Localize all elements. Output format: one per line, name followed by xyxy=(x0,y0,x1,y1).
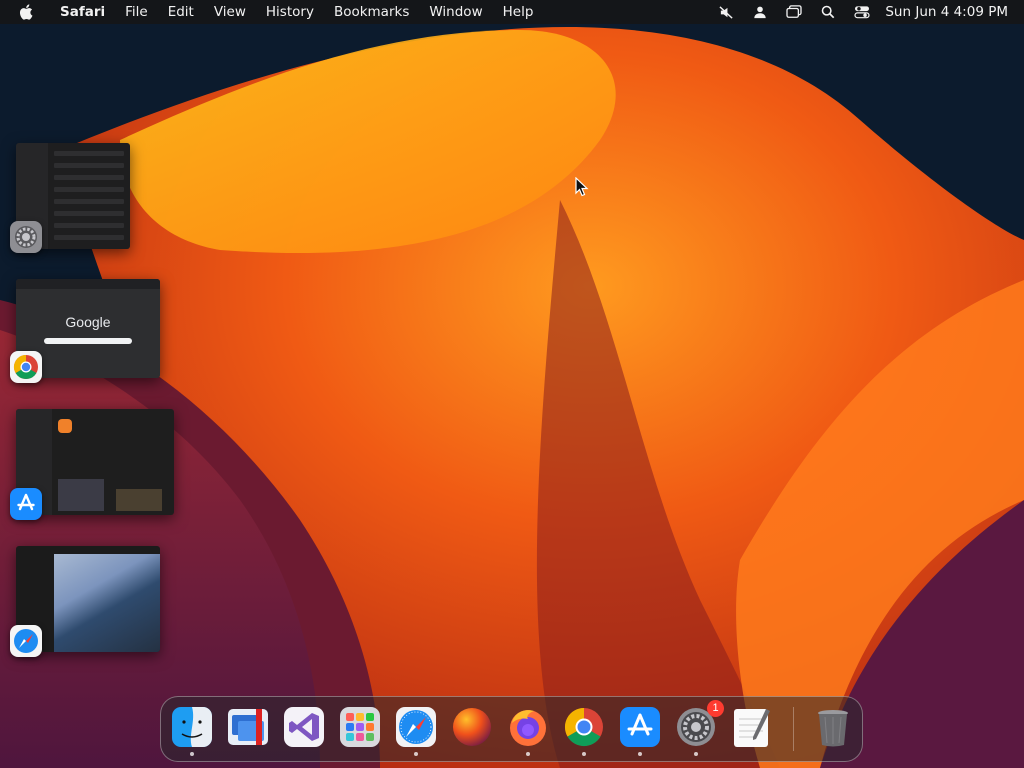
status-area: Sun Jun 4 4:09 PM xyxy=(709,0,1024,24)
control-center-icon[interactable] xyxy=(845,0,879,24)
menu-help[interactable]: Help xyxy=(493,0,544,24)
dock-launchpad[interactable] xyxy=(338,705,382,749)
running-indicator xyxy=(526,752,530,756)
desktop-wallpaper xyxy=(0,0,1024,768)
running-indicator xyxy=(190,752,194,756)
dock-finder[interactable] xyxy=(170,705,214,756)
firefox-icon xyxy=(510,710,546,746)
dock-ventura[interactable] xyxy=(450,705,494,749)
visual-studio-icon xyxy=(284,707,324,747)
menu-view[interactable]: View xyxy=(204,0,256,24)
google-logo-text: Google xyxy=(65,314,111,330)
safari-icon xyxy=(10,625,42,657)
dock-separator xyxy=(793,707,794,751)
running-indicator xyxy=(414,752,418,756)
running-indicator xyxy=(638,752,642,756)
mute-icon[interactable] xyxy=(709,0,743,24)
dock-firefox[interactable] xyxy=(506,705,550,756)
dock-app-store[interactable] xyxy=(618,705,662,756)
settings-gear-icon xyxy=(10,221,42,253)
app-store-icon xyxy=(620,707,660,747)
menu-window[interactable]: Window xyxy=(419,0,492,24)
mouse-cursor-icon xyxy=(575,177,589,197)
apple-logo-icon[interactable] xyxy=(18,3,36,21)
trash-icon xyxy=(818,710,848,747)
chrome-icon xyxy=(564,707,603,747)
user-icon[interactable] xyxy=(743,0,777,24)
running-indicator xyxy=(694,752,698,756)
menu-bar: Safari File Edit View History Bookmarks … xyxy=(0,0,1024,24)
dock-textedit[interactable] xyxy=(730,705,774,749)
safari-icon xyxy=(396,707,436,747)
dock-safari[interactable] xyxy=(394,705,438,756)
menu-edit[interactable]: Edit xyxy=(158,0,204,24)
dock-trash[interactable] xyxy=(811,705,855,749)
ventura-icon xyxy=(453,708,491,746)
menu-history[interactable]: History xyxy=(256,0,324,24)
finder-icon xyxy=(172,707,212,747)
dock-chrome[interactable] xyxy=(562,705,606,756)
dock: 1 xyxy=(160,696,863,762)
chrome-icon xyxy=(10,351,42,383)
remote-desktop-icon xyxy=(228,709,268,745)
dock-system-settings[interactable]: 1 xyxy=(674,700,724,756)
menu-bar-clock[interactable]: Sun Jun 4 4:09 PM xyxy=(879,4,1024,20)
menu-app-safari[interactable]: Safari xyxy=(48,0,115,24)
menu-file[interactable]: File xyxy=(115,0,158,24)
dock-remote-desktop[interactable] xyxy=(226,705,270,749)
textedit-icon xyxy=(734,709,770,747)
app-store-icon xyxy=(10,488,42,520)
spotlight-search-icon[interactable] xyxy=(811,0,845,24)
screen-mirroring-icon[interactable] xyxy=(777,0,811,24)
running-indicator xyxy=(582,752,586,756)
dock-visual-studio[interactable] xyxy=(282,705,326,749)
menu-bookmarks[interactable]: Bookmarks xyxy=(324,0,419,24)
launchpad-icon xyxy=(340,707,380,747)
notification-badge: 1 xyxy=(707,700,724,717)
